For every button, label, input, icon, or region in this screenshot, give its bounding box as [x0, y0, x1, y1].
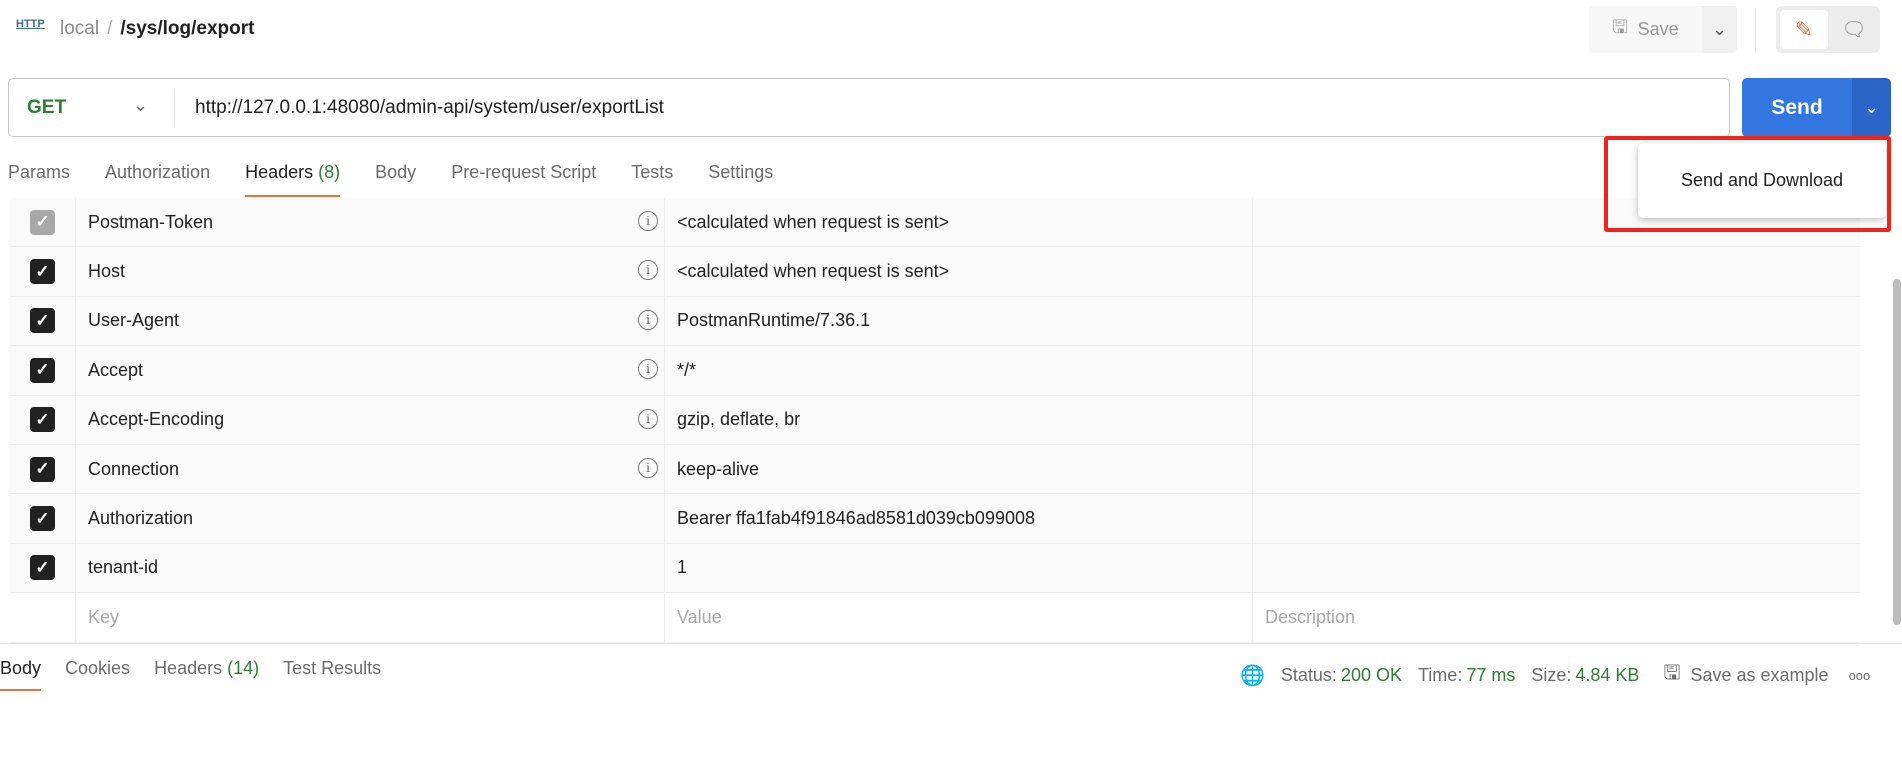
comment-icon[interactable]: 🗨 [1832, 10, 1876, 49]
tab-pre-request-script[interactable]: Pre-request Script [451, 162, 596, 197]
info-icon[interactable]: i [638, 408, 658, 429]
header-key[interactable]: Authorization [76, 494, 665, 543]
headers-table: ✓ Postman-Token i <calculated when reques… [10, 198, 1860, 643]
response-tabs: Body Cookies Headers (14) Test Results [0, 658, 405, 691]
divider [1755, 8, 1756, 52]
globe-icon[interactable]: 🌐 [1240, 663, 1265, 688]
save-button[interactable]: 🖫 Save [1589, 6, 1702, 53]
table-row: ✓ Host i <calculated when request is sent… [10, 247, 1860, 297]
header-key[interactable]: User-Agent i [76, 296, 665, 346]
header-value[interactable]: gzip, deflate, br [665, 395, 1253, 444]
checkbox[interactable]: ✓ [30, 357, 55, 383]
header-value[interactable]: keep-alive [665, 444, 1253, 494]
tab-cookies[interactable]: Cookies [65, 658, 130, 691]
info-icon[interactable]: i [638, 359, 658, 380]
header-value[interactable]: <calculated when request is sent> [665, 198, 1253, 247]
checkbox[interactable]: ✓ [30, 209, 55, 235]
tab-response-body[interactable]: Body [0, 658, 42, 691]
url-bar: GET ⌄ http://127.0.0.1:48080/admin-api/s… [8, 78, 1730, 137]
header-description[interactable] [1253, 445, 1860, 493]
response-time[interactable]: 77 ms [1466, 665, 1515, 686]
more-options-icon[interactable]: ooo [1849, 668, 1871, 683]
tab-params[interactable]: Params [8, 162, 70, 197]
header-key[interactable]: tenant-id [76, 543, 665, 593]
header-value[interactable]: <calculated when request is sent> [665, 247, 1253, 296]
header-value[interactable]: Bearer ffa1fab4f91846ad8581d039cb099008 [665, 494, 1253, 543]
checkbox[interactable]: ✓ [30, 506, 55, 532]
edit-pencil-icon[interactable]: ✎ [1780, 10, 1828, 49]
new-header-row: Key Value Description [10, 593, 1860, 643]
info-icon[interactable]: i [638, 211, 658, 231]
table-row: ✓ Postman-Token i <calculated when reques… [10, 198, 1860, 248]
request-tabs: Params Authorization Headers (8) Body Pr… [8, 162, 808, 197]
chevron-down-icon[interactable]: ⌄ [133, 95, 148, 116]
tab-test-results[interactable]: Test Results [283, 658, 381, 691]
http-icon: HTTP [16, 18, 45, 30]
header-key[interactable]: Connection i [76, 444, 665, 494]
header-value[interactable]: 1 [665, 543, 1253, 593]
response-status-bar: 🌐 Status: 200 OK Time: 77 ms Size: 4.84 KB … [1240, 658, 1870, 692]
header-description[interactable] [1253, 544, 1860, 592]
response-size[interactable]: 4.84 KB [1575, 665, 1639, 686]
value-input[interactable]: Value [665, 593, 1253, 642]
tab-headers[interactable]: Headers (8) [245, 162, 341, 197]
save-as-example-button[interactable]: Save as example [1690, 665, 1828, 686]
tab-response-headers[interactable]: Headers (14) [154, 658, 259, 691]
scrollbar[interactable] [1893, 279, 1901, 625]
view-toggle: ✎ 🗨 [1776, 6, 1880, 53]
table-row: ✓ tenant-id 1 [10, 543, 1860, 594]
tab-body[interactable]: Body [375, 162, 416, 197]
header-description[interactable] [1253, 346, 1860, 394]
send-options-button[interactable]: ⌄ [1852, 78, 1891, 137]
method-select[interactable]: GET [27, 97, 66, 119]
checkbox[interactable]: ✓ [30, 456, 55, 482]
table-row: ✓ Authorization Bearer ffa1fab4f91846ad8… [10, 494, 1860, 544]
header-description[interactable] [1253, 247, 1860, 295]
header-key[interactable]: Accept i [76, 346, 665, 395]
save-icon: 🖫 [1663, 662, 1681, 684]
info-icon[interactable]: i [638, 260, 658, 281]
tab-settings[interactable]: Settings [708, 162, 773, 197]
header-key[interactable]: Host i [76, 247, 665, 296]
description-input[interactable]: Description [1253, 593, 1860, 641]
header-description[interactable] [1253, 297, 1860, 345]
header-value[interactable]: PostmanRuntime/7.36.1 [665, 296, 1253, 346]
status-code[interactable]: 200 OK [1341, 665, 1402, 686]
info-icon[interactable]: i [638, 309, 658, 330]
table-row: ✓ User-Agent i PostmanRuntime/7.36.1 [10, 296, 1860, 347]
tab-authorization[interactable]: Authorization [105, 162, 210, 197]
header-key[interactable]: Postman-Token i [76, 198, 665, 247]
header-key[interactable]: Accept-Encoding i [76, 395, 665, 444]
url-input[interactable]: http://127.0.0.1:48080/admin-api/system/… [195, 97, 664, 119]
info-icon[interactable]: i [638, 457, 658, 478]
request-name[interactable]: /sys/log/export [120, 18, 254, 39]
highlight-box [1604, 136, 1891, 232]
tab-tests[interactable]: Tests [631, 162, 673, 197]
checkbox[interactable]: ✓ [30, 555, 55, 581]
breadcrumb-collection[interactable]: local [60, 18, 99, 39]
checkbox[interactable]: ✓ [30, 308, 55, 334]
breadcrumb: local //sys/log/export [60, 18, 255, 39]
table-row: ✓ Accept i */* [10, 346, 1860, 396]
save-options-button[interactable]: ⌄ [1702, 6, 1737, 53]
header-description[interactable] [1253, 494, 1860, 542]
table-row: ✓ Accept-Encoding i gzip, deflate, br [10, 395, 1860, 445]
checkbox[interactable]: ✓ [30, 259, 55, 285]
save-icon: 🖫 [1612, 16, 1628, 37]
header-description[interactable] [1253, 396, 1860, 444]
checkbox[interactable]: ✓ [30, 407, 55, 433]
send-button[interactable]: Send [1742, 78, 1852, 137]
header-value[interactable]: */* [665, 346, 1253, 395]
key-input[interactable]: Key [76, 593, 665, 642]
table-row: ✓ Connection i keep-alive [10, 444, 1860, 495]
